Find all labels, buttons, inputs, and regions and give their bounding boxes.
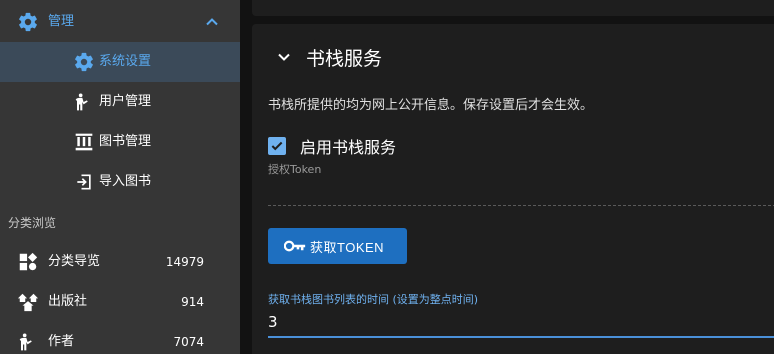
sidebar-item-user-management[interactable]: 用户管理 — [0, 82, 240, 122]
checkbox-label: 启用书栈服务 — [300, 138, 397, 157]
card-header[interactable]: 书栈服务 — [274, 42, 382, 72]
enable-service-checkbox[interactable] — [268, 137, 286, 155]
sidebar-item-publisher[interactable]: 出版社 914 — [0, 282, 240, 322]
import-icon — [73, 171, 95, 193]
sidebar-item-label: 导入图书 — [99, 174, 152, 189]
key-icon — [284, 239, 306, 253]
sidebar-item-author[interactable]: 作者 7074 — [0, 322, 240, 354]
count-badge: 914 — [181, 295, 204, 309]
sidebar-group-admin[interactable]: 管理 — [0, 2, 240, 42]
sidebar-item-label: 系统设置 — [99, 54, 152, 69]
get-token-button[interactable]: 获取TOKEN — [268, 228, 407, 264]
publisher-icon — [17, 291, 39, 313]
previous-card — [252, 0, 774, 16]
sidebar: 管理 系统设置 用户管理 图书管理 导入图书 分类浏览 分类导览 14979 出… — [0, 0, 240, 354]
user-icon — [73, 91, 95, 113]
library-icon — [73, 131, 95, 153]
sidebar-item-label: 图书管理 — [99, 134, 152, 149]
count-badge: 7074 — [173, 335, 204, 349]
token-hint: 授权Token — [268, 163, 322, 176]
main-content: 书栈服务 书栈所提供的均为网上公开信息。保存设置后才会生效。 启用书栈服务 授权… — [240, 0, 774, 354]
sidebar-item-system-settings[interactable]: 系统设置 — [0, 42, 240, 82]
sidebar-item-import-books[interactable]: 导入图书 — [0, 162, 240, 202]
category-icon — [17, 251, 39, 273]
gear-icon — [17, 11, 39, 33]
user-icon — [17, 331, 39, 353]
chevron-down-icon[interactable] — [274, 47, 294, 67]
dashed-divider — [268, 205, 774, 206]
sidebar-item-label: 用户管理 — [99, 94, 152, 109]
enable-service-checkbox-row[interactable]: 启用书栈服务 — [268, 134, 396, 158]
sidebar-item-label: 作者 — [48, 334, 75, 349]
count-badge: 14979 — [165, 255, 204, 269]
sidebar-item-category-guide[interactable]: 分类导览 14979 — [0, 242, 240, 282]
sidebar-group-label: 管理 — [48, 14, 75, 29]
sidebar-item-book-management[interactable]: 图书管理 — [0, 122, 240, 162]
bookshelf-service-card: 书栈服务 书栈所提供的均为网上公开信息。保存设置后才会生效。 启用书栈服务 授权… — [252, 24, 774, 354]
gear-icon — [73, 51, 95, 73]
sidebar-item-label: 出版社 — [48, 294, 88, 309]
chevron-up-icon[interactable] — [202, 12, 222, 32]
card-description: 书栈所提供的均为网上公开信息。保存设置后才会生效。 — [268, 98, 594, 113]
sidebar-item-label: 分类导览 — [48, 254, 101, 269]
card-title: 书栈服务 — [306, 47, 383, 70]
button-label: 获取TOKEN — [310, 239, 385, 255]
fetch-time-label: 获取书栈图书列表的时间 (设置为整点时间) — [268, 293, 479, 306]
section-label-category-browse: 分类浏览 — [8, 216, 57, 230]
fetch-time-input[interactable] — [268, 308, 774, 338]
